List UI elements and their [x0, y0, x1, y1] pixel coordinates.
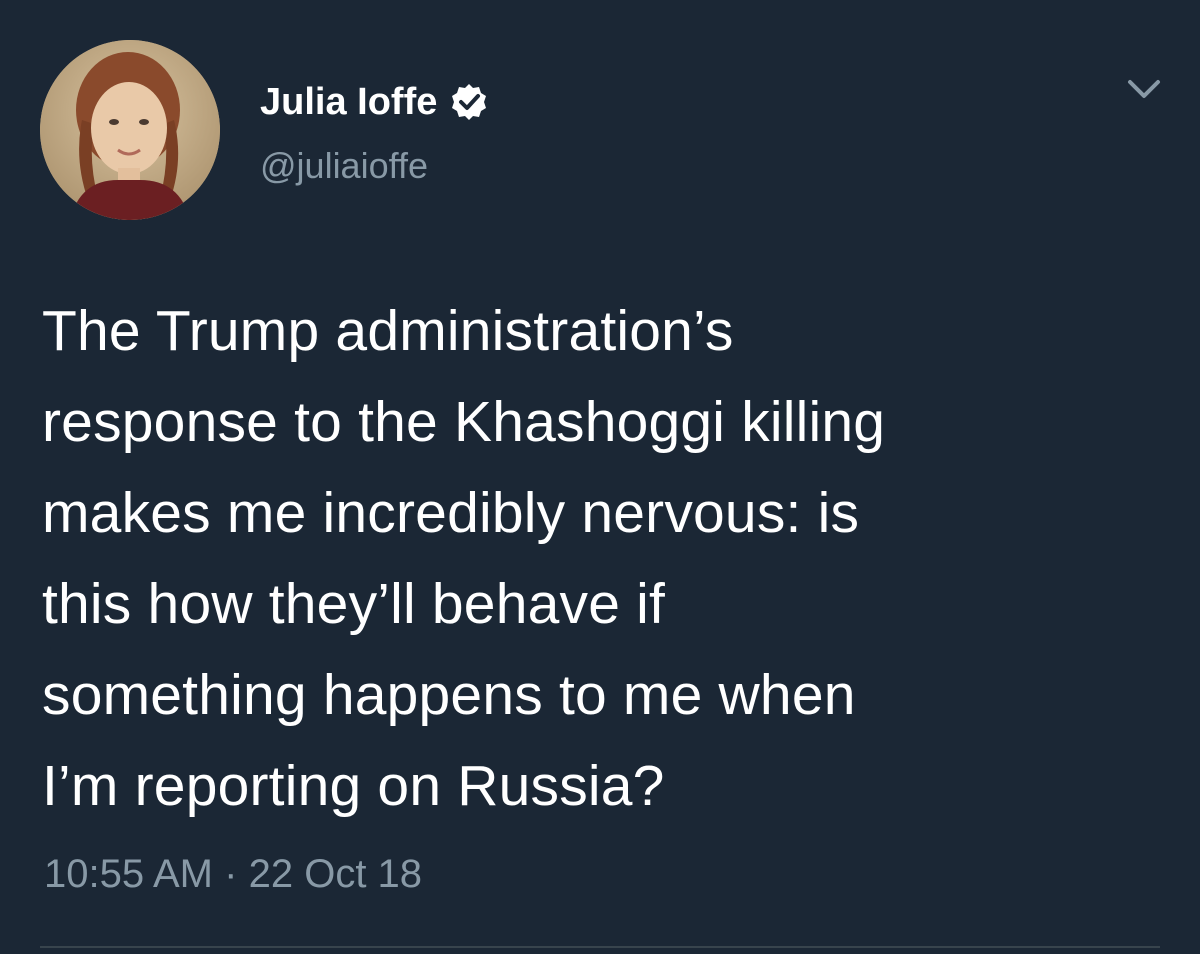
tweet-text-line: something happens to me when: [42, 663, 856, 727]
divider: [40, 946, 1160, 948]
tweet-card: Julia Ioffe @juliaioffe The Trump admini…: [0, 0, 1200, 954]
tweet-text-line: response to the Khashoggi killing: [42, 390, 886, 454]
author-handle[interactable]: @juliaioffe: [260, 142, 428, 190]
avatar[interactable]: [40, 40, 220, 220]
author-row: Julia Ioffe: [260, 78, 489, 126]
tweet-text-line: makes me incredibly nervous: is: [42, 481, 860, 545]
timestamp-separator: ·: [224, 852, 238, 896]
tweet-text-line: I’m reporting on Russia?: [42, 754, 665, 818]
tweet-text-line: this how they’ll behave if: [42, 572, 666, 636]
tweet-text-line: The Trump administration’s: [42, 299, 734, 363]
author-name[interactable]: Julia Ioffe: [260, 78, 437, 126]
tweet-text: The Trump administration’s response to t…: [42, 286, 1162, 832]
verified-badge-icon: [452, 84, 487, 120]
tweet-date: 22 Oct 18: [248, 852, 423, 896]
tweet-timestamp[interactable]: 10:55 AM · 22 Oct 18: [44, 846, 422, 902]
tweet-time: 10:55 AM: [44, 852, 214, 896]
chevron-down-icon[interactable]: [1124, 72, 1164, 108]
avatar-photo: [40, 40, 220, 220]
